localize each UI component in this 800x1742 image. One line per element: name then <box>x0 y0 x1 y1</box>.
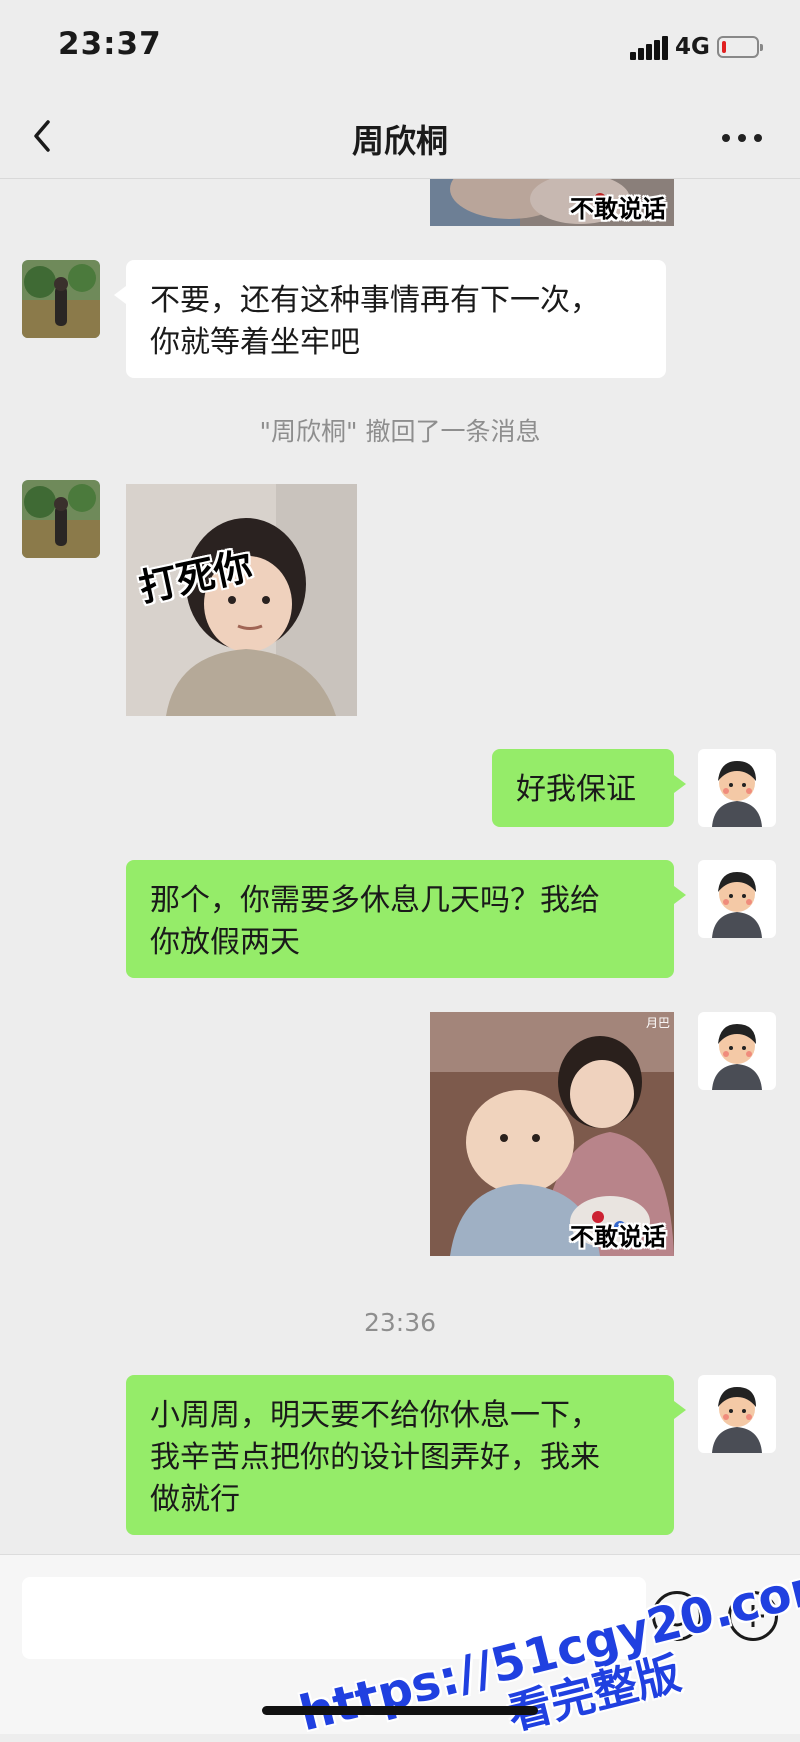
network-type: 4G <box>675 34 710 60</box>
home-indicator <box>262 1706 538 1715</box>
my-avatar[interactable] <box>698 749 776 827</box>
sticker-message[interactable]: 不敢说话 <box>430 179 674 226</box>
status-time: 23:37 <box>58 26 162 62</box>
message-line: 不要，还有这种事情再有下一次， <box>150 283 600 318</box>
chat-title: 周欣桐 <box>351 122 448 160</box>
message-line: 你放假两天 <box>150 925 300 960</box>
message-line: 好我保证 <box>516 772 636 807</box>
signal-icon <box>630 36 668 60</box>
outgoing-text-bubble[interactable]: 那个，你需要多休息几天吗？我给 你放假两天 <box>126 860 686 978</box>
message-line: 小周周，明天要不给你休息一下， <box>150 1398 600 1433</box>
message-line: 我辛苦点把你的设计图弄好，我来 <box>150 1440 600 1475</box>
more-dots-icon[interactable] <box>722 134 766 144</box>
chat-header: 周欣桐 <box>0 96 800 179</box>
status-bar: 23:37 4G <box>0 0 800 96</box>
sticker-caption: 不敢说话 <box>570 195 666 223</box>
recall-notice: "周欣桐" 撤回了一条消息 <box>259 417 541 446</box>
outgoing-text-bubble[interactable]: 好我保证 <box>492 749 686 827</box>
incoming-text-bubble[interactable]: 不要，还有这种事情再有下一次， 你就等着坐牢吧 <box>114 260 666 378</box>
my-avatar[interactable] <box>698 860 776 938</box>
my-avatar[interactable] <box>698 1375 776 1453</box>
contact-avatar[interactable] <box>22 480 100 558</box>
sticker-caption: 不敢说话 <box>570 1223 666 1251</box>
sticker-message[interactable]: 打死你 <box>126 484 357 716</box>
contact-avatar[interactable] <box>22 260 100 338</box>
message-list[interactable]: 不敢说话 不要，还有这种事情再有下一次， 你就等着坐牢吧 "周欣桐" 撤回了一条… <box>0 179 800 1554</box>
message-line: 那个，你需要多休息几天吗？我给 <box>150 883 600 918</box>
message-line: 你就等着坐牢吧 <box>150 325 360 360</box>
sticker-message[interactable]: 月巴 不敢说话 <box>430 1012 674 1256</box>
my-avatar[interactable] <box>698 1012 776 1090</box>
message-line: 做就行 <box>150 1482 240 1517</box>
sticker-corner-mark: 月巴 <box>645 1016 670 1030</box>
battery-icon <box>717 36 763 58</box>
outgoing-text-bubble[interactable]: 小周周，明天要不给你休息一下， 我辛苦点把你的设计图弄好，我来 做就行 <box>126 1375 686 1535</box>
timestamp: 23:36 <box>363 1308 437 1337</box>
